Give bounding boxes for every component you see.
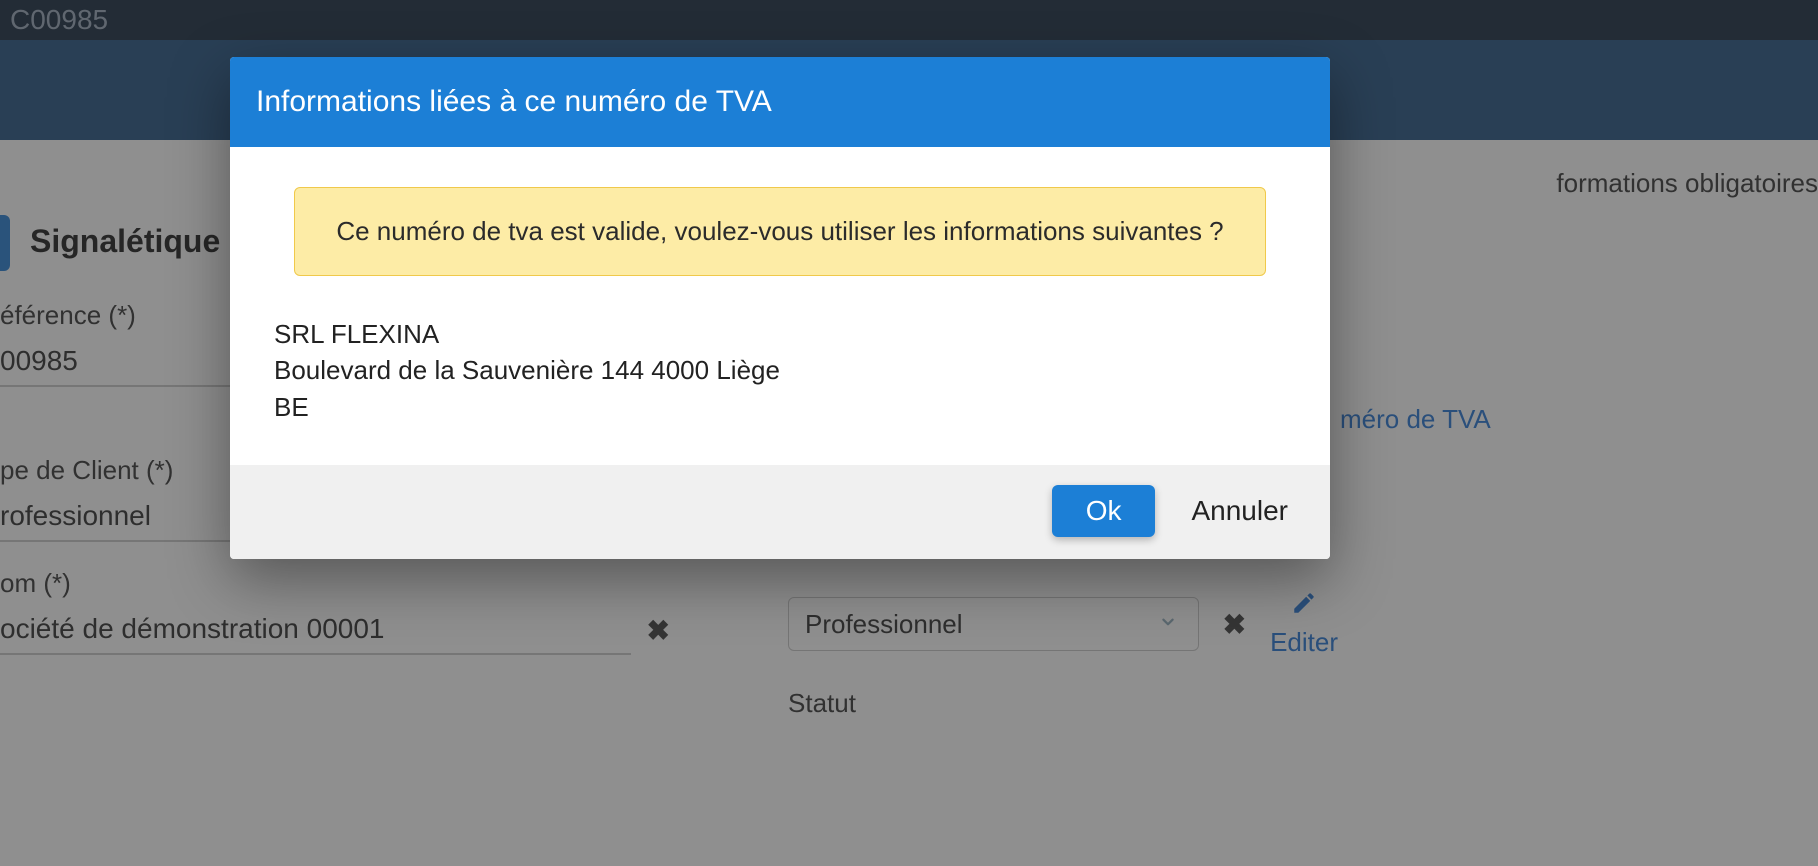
vat-info-modal: Informations liées à ce numéro de TVA Ce… bbox=[230, 57, 1330, 559]
validation-alert: Ce numéro de tva est valide, voulez-vous… bbox=[294, 187, 1266, 276]
ok-button[interactable]: Ok bbox=[1052, 485, 1156, 537]
cancel-button[interactable]: Annuler bbox=[1181, 485, 1298, 537]
company-address: Boulevard de la Sauvenière 144 4000 Lièg… bbox=[274, 352, 1286, 388]
modal-body: Ce numéro de tva est valide, voulez-vous… bbox=[230, 147, 1330, 465]
company-country: BE bbox=[274, 389, 1286, 425]
company-name: SRL FLEXINA bbox=[274, 316, 1286, 352]
modal-title: Informations liées à ce numéro de TVA bbox=[230, 57, 1330, 147]
modal-backdrop[interactable]: Informations liées à ce numéro de TVA Ce… bbox=[0, 0, 1818, 866]
company-info-block: SRL FLEXINA Boulevard de la Sauvenière 1… bbox=[274, 316, 1286, 425]
modal-footer: Ok Annuler bbox=[230, 465, 1330, 559]
